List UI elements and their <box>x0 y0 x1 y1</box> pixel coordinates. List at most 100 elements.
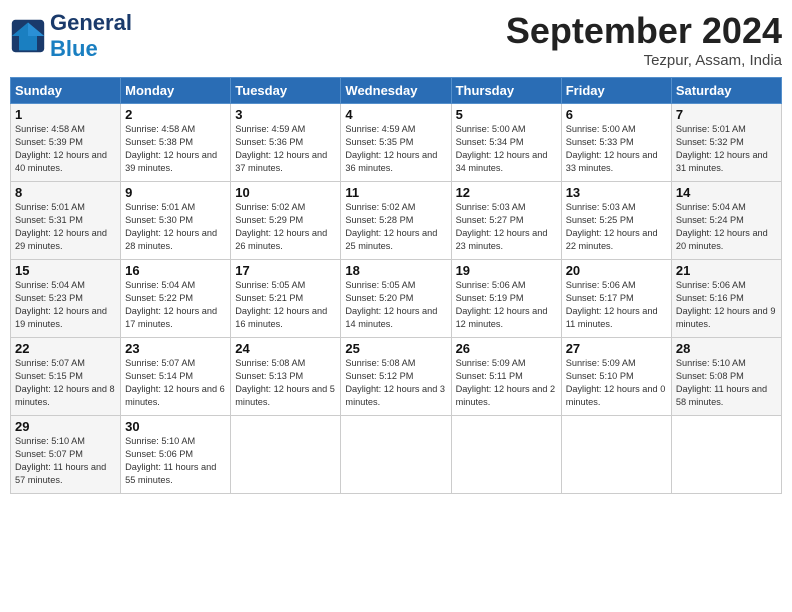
day-info: Sunrise: 5:01 AMSunset: 5:30 PMDaylight:… <box>125 201 226 253</box>
day-info: Sunrise: 5:02 AMSunset: 5:28 PMDaylight:… <box>345 201 446 253</box>
day-info: Sunrise: 4:58 AMSunset: 5:38 PMDaylight:… <box>125 123 226 175</box>
logo: General Blue <box>10 10 132 62</box>
week-row-5: 29Sunrise: 5:10 AMSunset: 5:07 PMDayligh… <box>11 416 782 494</box>
day-cell: 1Sunrise: 4:58 AMSunset: 5:39 PMDaylight… <box>11 104 121 182</box>
day-number: 23 <box>125 341 226 356</box>
day-info: Sunrise: 5:10 AMSunset: 5:08 PMDaylight:… <box>676 357 777 409</box>
day-cell: 20Sunrise: 5:06 AMSunset: 5:17 PMDayligh… <box>561 260 671 338</box>
day-cell: 14Sunrise: 5:04 AMSunset: 5:24 PMDayligh… <box>671 182 781 260</box>
col-saturday: Saturday <box>671 78 781 104</box>
month-title: September 2024 <box>506 10 782 52</box>
day-info: Sunrise: 5:00 AMSunset: 5:33 PMDaylight:… <box>566 123 667 175</box>
day-cell: 24Sunrise: 5:08 AMSunset: 5:13 PMDayligh… <box>231 338 341 416</box>
day-info: Sunrise: 5:07 AMSunset: 5:15 PMDaylight:… <box>15 357 116 409</box>
day-info: Sunrise: 5:08 AMSunset: 5:12 PMDaylight:… <box>345 357 446 409</box>
day-cell: 8Sunrise: 5:01 AMSunset: 5:31 PMDaylight… <box>11 182 121 260</box>
day-number: 6 <box>566 107 667 122</box>
title-block: September 2024 Tezpur, Assam, India <box>506 10 782 69</box>
day-info: Sunrise: 5:01 AMSunset: 5:32 PMDaylight:… <box>676 123 777 175</box>
day-cell: 11Sunrise: 5:02 AMSunset: 5:28 PMDayligh… <box>341 182 451 260</box>
day-cell: 17Sunrise: 5:05 AMSunset: 5:21 PMDayligh… <box>231 260 341 338</box>
logo-text: General Blue <box>50 10 132 62</box>
day-info: Sunrise: 5:05 AMSunset: 5:21 PMDaylight:… <box>235 279 336 331</box>
col-tuesday: Tuesday <box>231 78 341 104</box>
col-wednesday: Wednesday <box>341 78 451 104</box>
col-friday: Friday <box>561 78 671 104</box>
day-cell: 3Sunrise: 4:59 AMSunset: 5:36 PMDaylight… <box>231 104 341 182</box>
day-info: Sunrise: 5:06 AMSunset: 5:17 PMDaylight:… <box>566 279 667 331</box>
location: Tezpur, Assam, India <box>506 52 782 69</box>
day-info: Sunrise: 5:03 AMSunset: 5:25 PMDaylight:… <box>566 201 667 253</box>
day-cell: 21Sunrise: 5:06 AMSunset: 5:16 PMDayligh… <box>671 260 781 338</box>
day-number: 10 <box>235 185 336 200</box>
day-number: 20 <box>566 263 667 278</box>
day-info: Sunrise: 4:58 AMSunset: 5:39 PMDaylight:… <box>15 123 116 175</box>
day-cell: 22Sunrise: 5:07 AMSunset: 5:15 PMDayligh… <box>11 338 121 416</box>
day-number: 13 <box>566 185 667 200</box>
day-info: Sunrise: 5:00 AMSunset: 5:34 PMDaylight:… <box>456 123 557 175</box>
day-cell: 23Sunrise: 5:07 AMSunset: 5:14 PMDayligh… <box>121 338 231 416</box>
day-number: 16 <box>125 263 226 278</box>
day-info: Sunrise: 5:03 AMSunset: 5:27 PMDaylight:… <box>456 201 557 253</box>
day-number: 27 <box>566 341 667 356</box>
day-number: 28 <box>676 341 777 356</box>
day-info: Sunrise: 4:59 AMSunset: 5:35 PMDaylight:… <box>345 123 446 175</box>
col-monday: Monday <box>121 78 231 104</box>
day-cell <box>561 416 671 494</box>
day-cell: 18Sunrise: 5:05 AMSunset: 5:20 PMDayligh… <box>341 260 451 338</box>
day-number: 18 <box>345 263 446 278</box>
day-cell: 6Sunrise: 5:00 AMSunset: 5:33 PMDaylight… <box>561 104 671 182</box>
day-number: 11 <box>345 185 446 200</box>
day-number: 9 <box>125 185 226 200</box>
day-info: Sunrise: 5:10 AMSunset: 5:06 PMDaylight:… <box>125 435 226 487</box>
day-cell: 28Sunrise: 5:10 AMSunset: 5:08 PMDayligh… <box>671 338 781 416</box>
day-info: Sunrise: 5:01 AMSunset: 5:31 PMDaylight:… <box>15 201 116 253</box>
day-cell: 16Sunrise: 5:04 AMSunset: 5:22 PMDayligh… <box>121 260 231 338</box>
day-info: Sunrise: 5:05 AMSunset: 5:20 PMDaylight:… <box>345 279 446 331</box>
day-number: 19 <box>456 263 557 278</box>
day-cell: 10Sunrise: 5:02 AMSunset: 5:29 PMDayligh… <box>231 182 341 260</box>
day-number: 29 <box>15 419 116 434</box>
day-cell <box>231 416 341 494</box>
day-info: Sunrise: 5:09 AMSunset: 5:10 PMDaylight:… <box>566 357 667 409</box>
day-cell: 5Sunrise: 5:00 AMSunset: 5:34 PMDaylight… <box>451 104 561 182</box>
day-cell: 12Sunrise: 5:03 AMSunset: 5:27 PMDayligh… <box>451 182 561 260</box>
day-number: 2 <box>125 107 226 122</box>
day-info: Sunrise: 5:04 AMSunset: 5:23 PMDaylight:… <box>15 279 116 331</box>
calendar-header: Sunday Monday Tuesday Wednesday Thursday… <box>11 78 782 104</box>
day-number: 30 <box>125 419 226 434</box>
logo-general: General <box>50 10 132 35</box>
day-number: 25 <box>345 341 446 356</box>
day-number: 12 <box>456 185 557 200</box>
day-info: Sunrise: 5:04 AMSunset: 5:24 PMDaylight:… <box>676 201 777 253</box>
day-info: Sunrise: 5:06 AMSunset: 5:16 PMDaylight:… <box>676 279 777 331</box>
day-number: 8 <box>15 185 116 200</box>
day-cell: 25Sunrise: 5:08 AMSunset: 5:12 PMDayligh… <box>341 338 451 416</box>
day-info: Sunrise: 5:02 AMSunset: 5:29 PMDaylight:… <box>235 201 336 253</box>
day-cell: 4Sunrise: 4:59 AMSunset: 5:35 PMDaylight… <box>341 104 451 182</box>
day-number: 7 <box>676 107 777 122</box>
day-number: 17 <box>235 263 336 278</box>
week-row-1: 1Sunrise: 4:58 AMSunset: 5:39 PMDaylight… <box>11 104 782 182</box>
day-cell <box>451 416 561 494</box>
day-info: Sunrise: 5:04 AMSunset: 5:22 PMDaylight:… <box>125 279 226 331</box>
day-number: 21 <box>676 263 777 278</box>
day-number: 1 <box>15 107 116 122</box>
page-header: General Blue September 2024 Tezpur, Assa… <box>10 10 782 69</box>
day-number: 22 <box>15 341 116 356</box>
day-number: 26 <box>456 341 557 356</box>
day-cell: 27Sunrise: 5:09 AMSunset: 5:10 PMDayligh… <box>561 338 671 416</box>
day-cell: 29Sunrise: 5:10 AMSunset: 5:07 PMDayligh… <box>11 416 121 494</box>
day-number: 5 <box>456 107 557 122</box>
day-cell <box>671 416 781 494</box>
logo-icon <box>10 18 46 54</box>
col-sunday: Sunday <box>11 78 121 104</box>
day-cell: 26Sunrise: 5:09 AMSunset: 5:11 PMDayligh… <box>451 338 561 416</box>
day-cell: 15Sunrise: 5:04 AMSunset: 5:23 PMDayligh… <box>11 260 121 338</box>
col-thursday: Thursday <box>451 78 561 104</box>
day-cell: 9Sunrise: 5:01 AMSunset: 5:30 PMDaylight… <box>121 182 231 260</box>
day-cell: 30Sunrise: 5:10 AMSunset: 5:06 PMDayligh… <box>121 416 231 494</box>
day-cell <box>341 416 451 494</box>
day-info: Sunrise: 5:09 AMSunset: 5:11 PMDaylight:… <box>456 357 557 409</box>
day-info: Sunrise: 5:07 AMSunset: 5:14 PMDaylight:… <box>125 357 226 409</box>
